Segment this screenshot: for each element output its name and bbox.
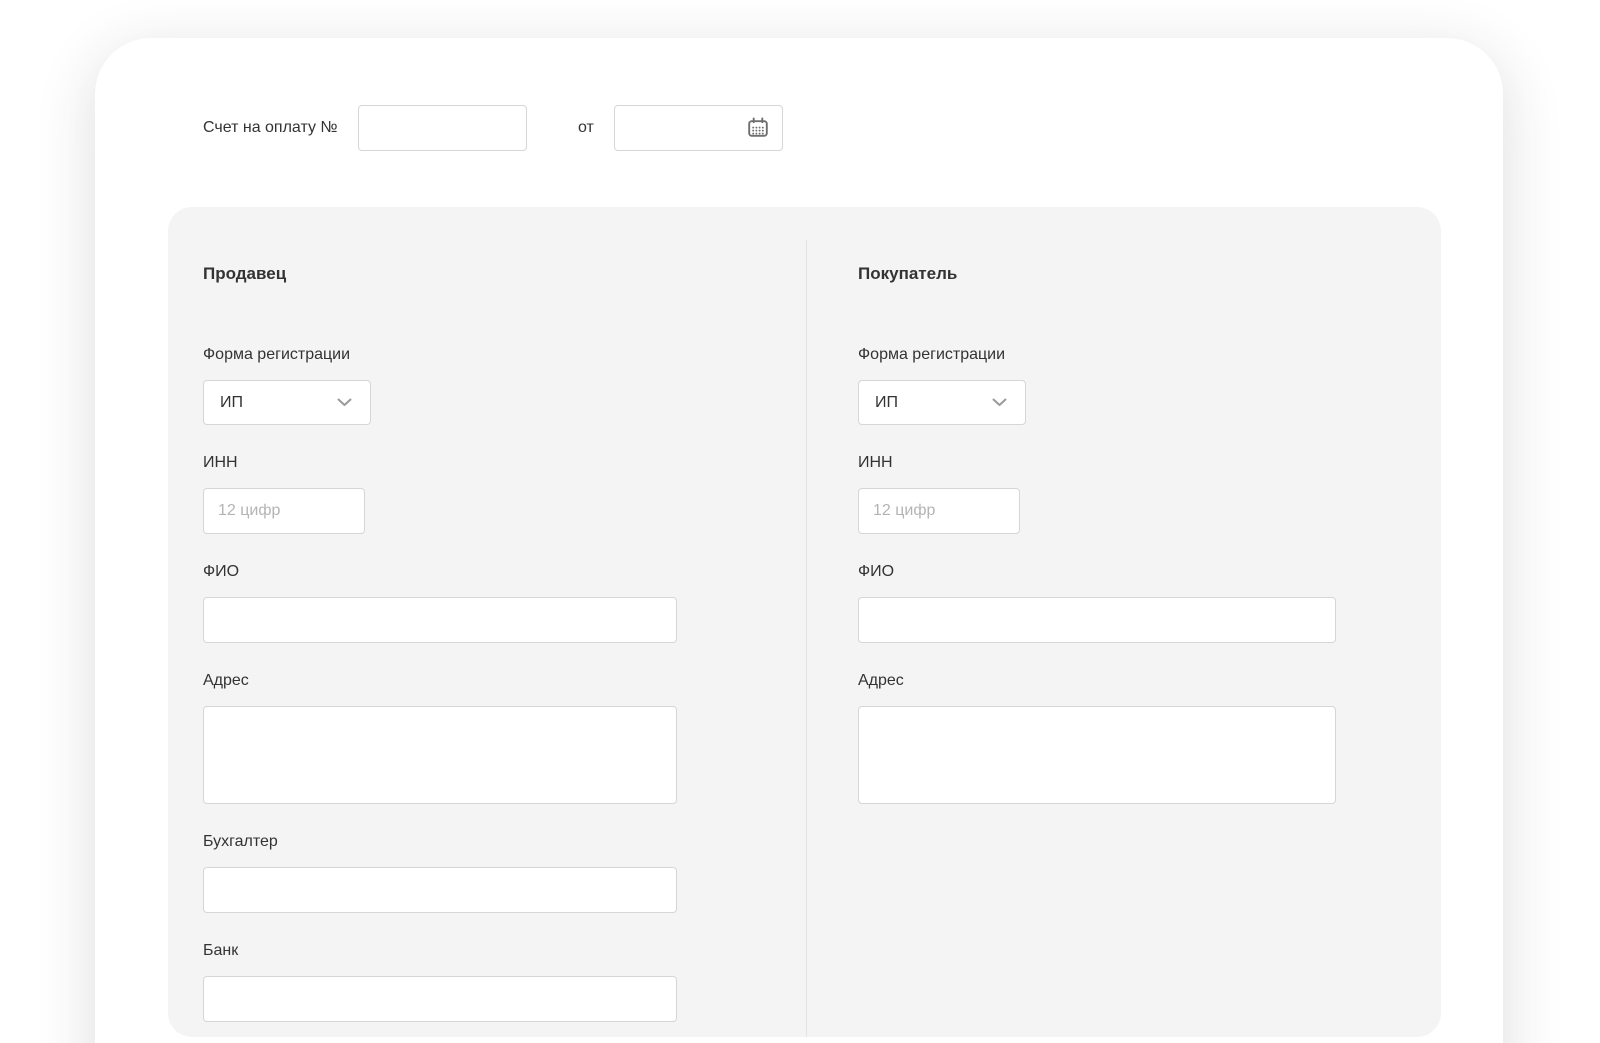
chevron-down-icon bbox=[992, 398, 1007, 407]
seller-fio-group: ФИО bbox=[203, 562, 677, 643]
invoice-number-input[interactable] bbox=[358, 105, 527, 151]
buyer-inn-group: ИНН bbox=[858, 453, 1336, 534]
buyer-address-group: Адрес bbox=[858, 671, 1336, 804]
seller-accountant-input[interactable] bbox=[203, 867, 677, 913]
calendar-icon[interactable] bbox=[745, 115, 771, 141]
seller-fio-label: ФИО bbox=[203, 562, 677, 582]
buyer-address-textarea[interactable] bbox=[858, 706, 1336, 804]
buyer-fio-group: ФИО bbox=[858, 562, 1336, 643]
invoice-number-label: Счет на оплату № bbox=[203, 105, 338, 151]
buyer-section: Покупатель Форма регистрации ИП ИНН bbox=[858, 207, 1336, 832]
seller-section: Продавец Форма регистрации ИП ИНН ФИ bbox=[203, 207, 677, 1043]
parties-panel: Продавец Форма регистрации ИП ИНН ФИ bbox=[168, 207, 1441, 1037]
buyer-registration-group: Форма регистрации ИП bbox=[858, 345, 1336, 425]
invoice-date-group bbox=[614, 105, 783, 151]
seller-bank-label: Банк bbox=[203, 941, 677, 961]
buyer-title: Покупатель bbox=[858, 263, 1336, 285]
buyer-fio-label: ФИО bbox=[858, 562, 1336, 582]
seller-accountant-label: Бухгалтер bbox=[203, 832, 677, 852]
seller-registration-value: ИП bbox=[220, 394, 243, 412]
seller-fio-input[interactable] bbox=[203, 597, 677, 643]
seller-inn-input[interactable] bbox=[203, 488, 365, 534]
page-background: Счет на оплату № от bbox=[0, 0, 1600, 1043]
seller-registration-select[interactable]: ИП bbox=[203, 380, 371, 425]
buyer-fio-input[interactable] bbox=[858, 597, 1336, 643]
seller-address-group: Адрес bbox=[203, 671, 677, 804]
seller-registration-group: Форма регистрации ИП bbox=[203, 345, 677, 425]
buyer-registration-value: ИП bbox=[875, 394, 898, 412]
seller-bank-input[interactable] bbox=[203, 976, 677, 1022]
invoice-date-from-label: от bbox=[578, 105, 594, 151]
seller-address-label: Адрес bbox=[203, 671, 677, 691]
chevron-down-icon bbox=[337, 398, 352, 407]
invoice-card: Счет на оплату № от bbox=[95, 38, 1503, 1043]
seller-inn-group: ИНН bbox=[203, 453, 677, 534]
seller-bank-group: Банк bbox=[203, 941, 677, 1022]
buyer-registration-label: Форма регистрации bbox=[858, 345, 1336, 365]
seller-accountant-group: Бухгалтер bbox=[203, 832, 677, 913]
buyer-inn-input[interactable] bbox=[858, 488, 1020, 534]
buyer-inn-label: ИНН bbox=[858, 453, 1336, 473]
column-divider bbox=[806, 240, 807, 1037]
seller-inn-label: ИНН bbox=[203, 453, 677, 473]
seller-title: Продавец bbox=[203, 263, 677, 285]
seller-address-textarea[interactable] bbox=[203, 706, 677, 804]
buyer-registration-select[interactable]: ИП bbox=[858, 380, 1026, 425]
buyer-address-label: Адрес bbox=[858, 671, 1336, 691]
seller-registration-label: Форма регистрации bbox=[203, 345, 677, 365]
